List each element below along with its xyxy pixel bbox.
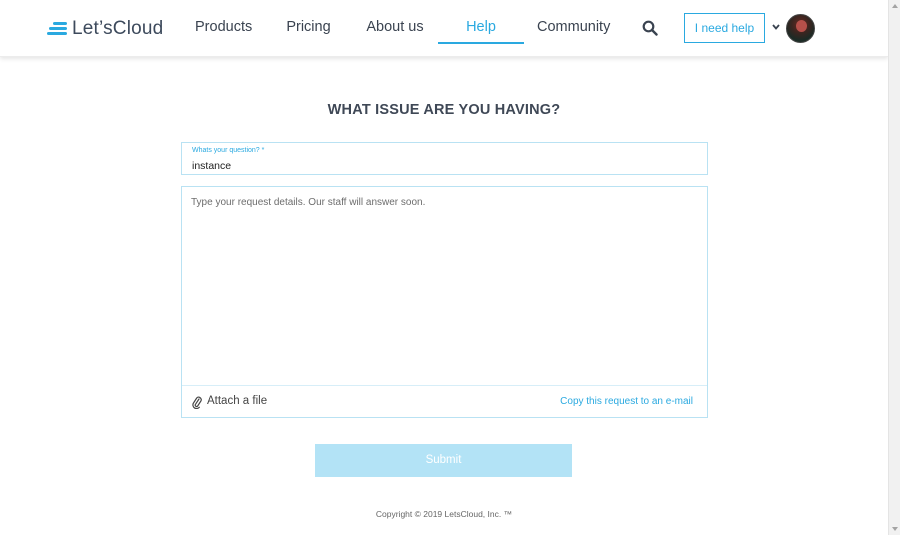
i-need-help-button[interactable]: I need help: [684, 13, 765, 43]
nav-about-us[interactable]: About us: [352, 0, 438, 57]
copy-to-email-link[interactable]: Copy this request to an e-mail: [560, 396, 693, 407]
attach-file-button[interactable]: Attach a file: [207, 395, 267, 407]
question-input[interactable]: instance: [192, 160, 231, 172]
request-details-input[interactable]: [191, 197, 696, 382]
chevron-down-icon[interactable]: [772, 23, 780, 31]
top-navbar: Let’sCloud Products Pricing About us Hel…: [0, 0, 888, 57]
avatar[interactable]: [786, 14, 815, 43]
scroll-down-arrow-icon[interactable]: [892, 527, 898, 531]
question-field[interactable]: Whats your question? * instance: [181, 142, 708, 175]
attach-bar: Attach a file Copy this request to an e-…: [182, 385, 707, 417]
submit-button[interactable]: Submit: [315, 444, 572, 477]
nav-pricing[interactable]: Pricing: [265, 0, 352, 57]
scroll-up-arrow-icon[interactable]: [892, 4, 898, 8]
footer-copyright: Copyright © 2019 LetsCloud, Inc. ™: [375, 509, 513, 519]
paperclip-icon[interactable]: [192, 395, 202, 409]
page: Let’sCloud Products Pricing About us Hel…: [0, 0, 888, 535]
question-label: Whats your question? *: [192, 147, 265, 154]
page-scrollbar[interactable]: [888, 0, 900, 535]
request-details-area: Attach a file Copy this request to an e-…: [181, 186, 708, 418]
nav-help[interactable]: Help: [438, 0, 524, 57]
logo-text: Let’sCloud: [72, 18, 164, 39]
logo[interactable]: Let’sCloud: [47, 17, 163, 41]
search-icon[interactable]: [642, 20, 658, 36]
logo-mark-icon: [47, 20, 69, 38]
page-title: WHAT ISSUE ARE YOU HAVING?: [327, 102, 561, 118]
nav-products[interactable]: Products: [182, 0, 265, 57]
nav-community[interactable]: Community: [524, 0, 610, 57]
main-nav: Products Pricing About us Help Community: [182, 0, 610, 57]
